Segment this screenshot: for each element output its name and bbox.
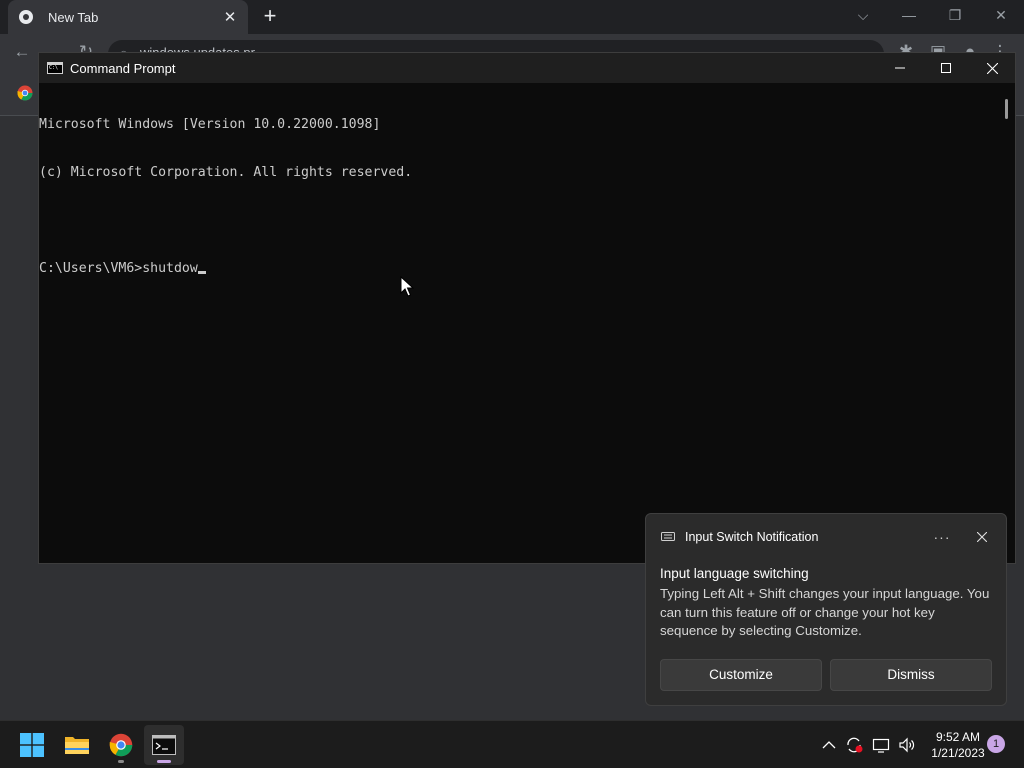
active-indicator bbox=[157, 760, 171, 763]
toast-close-button[interactable] bbox=[969, 528, 995, 546]
close-tab-icon[interactable]: ✕ bbox=[222, 8, 238, 26]
cmd-console-output[interactable]: Microsoft Windows [Version 10.0.22000.10… bbox=[39, 83, 999, 563]
input-switch-notification[interactable]: Input Switch Notification ··· Input lang… bbox=[645, 513, 1007, 706]
toast-heading: Input language switching bbox=[660, 566, 809, 581]
clock-time: 9:52 AM bbox=[935, 730, 981, 744]
cmd-scrollbar[interactable] bbox=[1005, 99, 1008, 119]
toast-app-name: Input Switch Notification bbox=[685, 530, 819, 544]
chrome-taskbar-button[interactable] bbox=[101, 725, 141, 765]
command-prompt-taskbar-button[interactable] bbox=[144, 725, 184, 765]
cmd-line bbox=[39, 213, 999, 229]
tab-search-icon[interactable]: ⌵ bbox=[840, 4, 886, 26]
browser-titlebar: New Tab ✕ + ⌵ — ❐ ✕ bbox=[0, 0, 1024, 34]
chrome-icon bbox=[109, 733, 133, 757]
maximize-icon bbox=[941, 63, 951, 73]
customize-button[interactable]: Customize bbox=[660, 659, 822, 691]
cmd-prompt-line[interactable]: C:\Users\VM6>shutdow bbox=[39, 261, 999, 277]
back-arrow-icon[interactable]: ← bbox=[12, 42, 32, 62]
notification-count-badge[interactable]: 1 bbox=[987, 735, 1005, 753]
command-prompt-window[interactable]: Command Prompt Microsoft Windows [Versio… bbox=[38, 52, 1016, 564]
file-explorer-icon bbox=[65, 737, 89, 754]
close-icon bbox=[986, 62, 998, 74]
volume-icon[interactable] bbox=[898, 736, 916, 754]
clock-date: 1/21/2023 bbox=[931, 746, 985, 760]
taskbar-clock[interactable]: 9:52 AM 1/21/2023 bbox=[920, 729, 996, 761]
file-explorer-button[interactable] bbox=[57, 725, 97, 765]
chrome-favicon-icon bbox=[19, 10, 33, 24]
cmd-line: Microsoft Windows [Version 10.0.22000.10… bbox=[39, 117, 381, 132]
browser-restore-button[interactable]: ❐ bbox=[932, 4, 978, 26]
cmd-minimize-button[interactable] bbox=[877, 53, 923, 83]
command-prompt-icon bbox=[47, 62, 63, 74]
start-button[interactable] bbox=[12, 725, 52, 765]
browser-minimize-button[interactable]: — bbox=[886, 4, 932, 26]
cmd-line: (c) Microsoft Corporation. All rights re… bbox=[39, 165, 413, 180]
close-icon bbox=[977, 532, 987, 542]
more-options-icon[interactable]: ··· bbox=[929, 529, 955, 545]
keyboard-icon bbox=[661, 532, 675, 541]
cmd-prompt-text: C:\Users\VM6>shutdow bbox=[39, 261, 198, 276]
cmd-maximize-button[interactable] bbox=[923, 53, 969, 83]
cmd-close-button[interactable] bbox=[969, 53, 1015, 83]
command-prompt-icon bbox=[152, 735, 176, 755]
browser-tab-title: New Tab bbox=[48, 9, 99, 25]
cmd-titlebar[interactable]: Command Prompt bbox=[39, 53, 1015, 83]
sync-icon[interactable] bbox=[845, 736, 863, 754]
new-tab-button[interactable]: + bbox=[258, 5, 282, 29]
text-cursor bbox=[197, 271, 206, 274]
chrome-bookmark-icon[interactable] bbox=[17, 85, 33, 101]
windows-start-icon bbox=[20, 733, 44, 757]
cmd-window-title: Command Prompt bbox=[70, 60, 176, 76]
browser-tab-new-tab[interactable]: New Tab ✕ bbox=[8, 0, 248, 34]
toast-body: Typing Left Alt + Shift changes your inp… bbox=[660, 586, 990, 638]
network-icon[interactable] bbox=[872, 736, 890, 754]
mouse-pointer-icon bbox=[400, 276, 414, 297]
dismiss-button[interactable]: Dismiss bbox=[830, 659, 992, 691]
running-indicator bbox=[118, 760, 124, 763]
taskbar: 9:52 AM 1/21/2023 bbox=[0, 720, 1024, 768]
minimize-icon bbox=[895, 67, 905, 69]
show-hidden-icons-chevron-icon[interactable] bbox=[820, 736, 838, 754]
toast-header: Input Switch Notification ··· bbox=[661, 528, 995, 546]
browser-close-button[interactable]: ✕ bbox=[978, 4, 1024, 26]
